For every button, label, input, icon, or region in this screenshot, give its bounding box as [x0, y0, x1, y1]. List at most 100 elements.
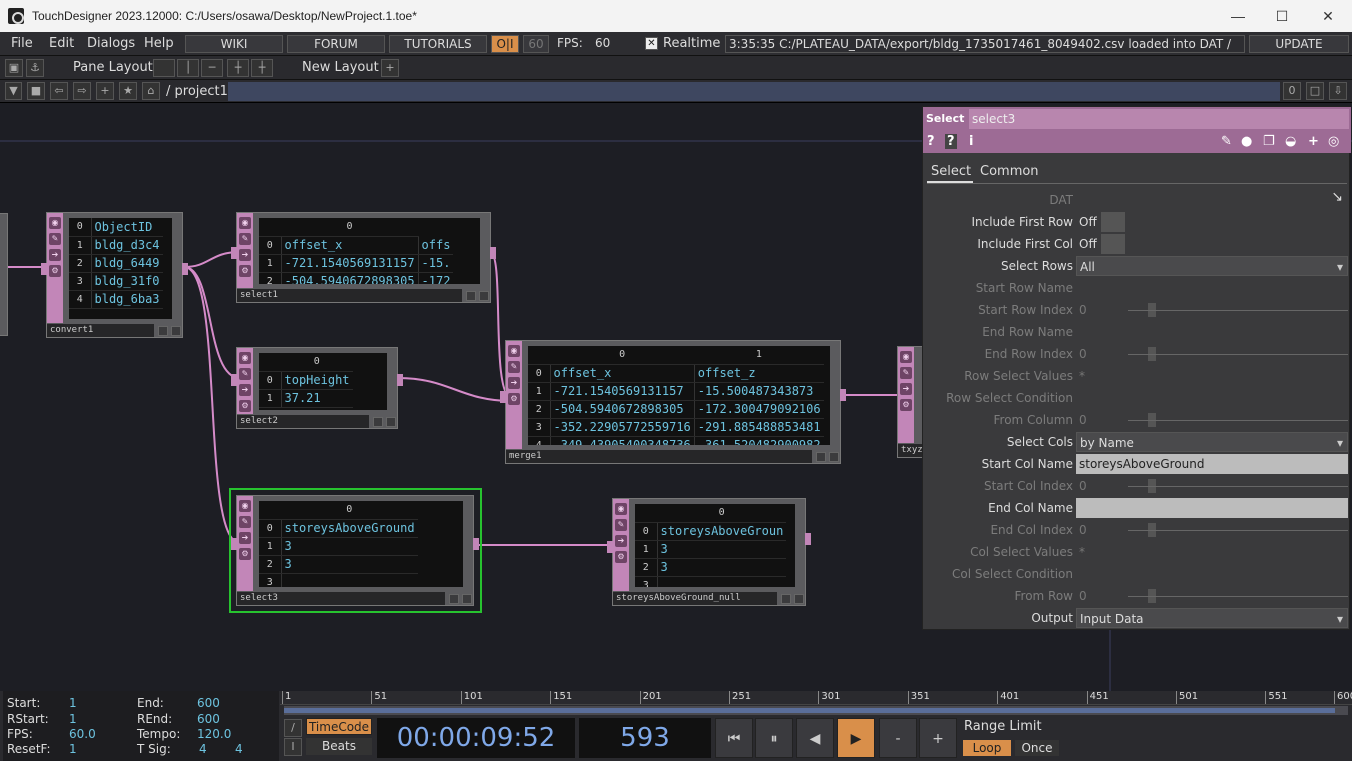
oi-button[interactable]: O|I [491, 35, 519, 53]
display-flag[interactable] [373, 417, 383, 427]
tutorials-button[interactable]: TUTORIALS [389, 35, 487, 53]
input-connector[interactable] [231, 374, 237, 386]
menu-edit[interactable]: Edit [49, 36, 74, 51]
add-layout-button[interactable]: + [381, 59, 399, 77]
tab-common[interactable]: Common [980, 164, 1039, 179]
add-flag[interactable] [479, 291, 489, 301]
display-flag[interactable] [816, 452, 826, 462]
node-name[interactable]: storeysAboveGround_null [613, 592, 777, 605]
param-value[interactable]: Off [1076, 234, 1125, 254]
node-name[interactable]: convert1 [47, 324, 154, 337]
info-icon[interactable]: i [969, 134, 973, 149]
home-icon[interactable]: ⌂ [142, 82, 160, 100]
display-flag[interactable] [158, 326, 168, 336]
input-connector[interactable] [500, 391, 506, 403]
menu-file[interactable]: File [11, 36, 33, 51]
param-value[interactable]: by Name [1076, 432, 1348, 453]
forum-button[interactable]: FORUM [287, 35, 385, 53]
node-flags-strip[interactable]: ◉ ✎ ➔ ⚙ [613, 499, 629, 591]
menu-help[interactable]: Help [144, 36, 174, 51]
menu-dialogs[interactable]: Dialogs [87, 36, 135, 51]
input-connector[interactable] [41, 263, 47, 275]
new-layout-label[interactable]: New Layout [302, 60, 379, 75]
timecode-display[interactable]: 00:00:09:52 [377, 718, 575, 758]
python-help-icon[interactable]: ? [945, 134, 957, 149]
loop-button[interactable]: Loop [963, 740, 1011, 756]
param-value[interactable]: storeysAboveGround [1076, 454, 1348, 474]
add-flag[interactable] [462, 594, 472, 604]
tab-select[interactable]: Select [931, 164, 971, 179]
start-value[interactable]: 1 [69, 696, 77, 710]
node-name[interactable]: select3 [237, 592, 445, 605]
fps-value[interactable]: 60.0 [69, 727, 96, 741]
tsig-numerator[interactable]: 4 [199, 742, 207, 756]
rend-value[interactable]: 600 [197, 712, 220, 726]
comment-icon[interactable]: ● [1241, 134, 1252, 149]
close-button[interactable]: ✕ [1308, 4, 1348, 28]
output-connector[interactable] [805, 533, 811, 545]
output-connector[interactable] [840, 389, 846, 401]
time-ruler[interactable]: 151101151201251301351401451501551600 [280, 691, 1352, 705]
frame-display[interactable]: 593 [579, 718, 711, 758]
fps-cap-field[interactable]: 60 [523, 35, 549, 53]
forward-icon[interactable]: ⇨ [73, 82, 91, 100]
once-button[interactable]: Once [1015, 740, 1059, 756]
layout-triple-icon[interactable]: ┼ [227, 59, 249, 77]
operator-name-field[interactable]: select3 [969, 109, 1349, 129]
node-convert1[interactable]: ◉ ✎ ➔ ⚙ 0 ObjectID 1 bldg_d3c4 2 bldg_6449 3 bldg_… [41, 212, 188, 338]
update-button[interactable]: UPDATE [1249, 35, 1349, 53]
output-connector[interactable] [397, 374, 403, 386]
realtime-checkbox[interactable]: ✕ [645, 37, 658, 50]
target-icon[interactable]: ◎ [1328, 134, 1339, 149]
display-flag[interactable] [466, 291, 476, 301]
add-icon[interactable]: + [96, 82, 114, 100]
node-flags-strip[interactable]: ◉ ✎ ➔ ⚙ [47, 213, 63, 323]
maximize-button[interactable]: ☐ [1262, 4, 1302, 28]
display-flag[interactable] [449, 594, 459, 604]
dropdown-icon[interactable]: ▼ [5, 82, 22, 100]
param-value[interactable]: Off [1076, 212, 1125, 232]
add-parameter-icon[interactable]: + [1308, 134, 1319, 149]
param-value[interactable]: All [1076, 256, 1348, 277]
anchor-icon[interactable]: ⚓ [26, 59, 44, 77]
node-select2[interactable]: ◉ ✎ ➔ ⚙ 0 0 topHeight 1 37.21 select2 [231, 347, 403, 429]
python-icon[interactable]: ◒ [1285, 134, 1296, 149]
node-flags-strip[interactable]: ◉ ✎ ➔ ⚙ [898, 347, 914, 443]
resetf-value[interactable]: 1 [69, 742, 77, 756]
node-flags-strip[interactable]: ◉ ✎ ➔ ⚙ [237, 348, 253, 414]
param-value[interactable] [1076, 498, 1348, 518]
path-field[interactable] [228, 82, 1280, 101]
node-storeys-null[interactable]: ◉ ✎ ➔ ⚙ 0 0 storeysAboveGroun 1 3 2 3 3 storeysAbo… [607, 498, 811, 606]
input-connector[interactable] [607, 541, 613, 553]
edit-icon[interactable]: ✎ [1221, 134, 1232, 149]
play-button[interactable]: ▶ [837, 718, 875, 758]
param-value[interactable]: Input Data [1076, 608, 1348, 629]
timecode-toggle[interactable]: TimeCode [306, 718, 372, 735]
input-connector[interactable] [231, 538, 237, 550]
node-flags-strip[interactable]: ◉ ✎ ➔ ⚙ [506, 341, 522, 449]
copy-icon[interactable]: ❐ [1263, 134, 1275, 149]
end-value[interactable]: 600 [197, 696, 220, 710]
node-merge1[interactable]: ◉ ✎ ➔ ⚙ 0 1 0 offset_x offset_z 1 -721.1540569131… [500, 340, 846, 464]
input-connector[interactable] [231, 247, 237, 259]
add-flag[interactable] [386, 417, 396, 427]
add-flag[interactable] [829, 452, 839, 462]
add-flag[interactable] [171, 326, 181, 336]
step-back-button[interactable]: - [879, 718, 917, 758]
minimize-button[interactable]: — [1218, 4, 1258, 28]
slash-icon[interactable]: / [284, 719, 302, 737]
network-path[interactable]: / project1 [166, 84, 228, 99]
node-flags-strip[interactable]: ◉ ✎ ➔ ⚙ [237, 213, 253, 288]
play-reverse-button[interactable]: ◀ [796, 718, 834, 758]
offscreen-node[interactable] [0, 213, 8, 336]
tempo-value[interactable]: 120.0 [197, 727, 231, 741]
layout-quad-icon[interactable]: ┼ [251, 59, 273, 77]
node-select1[interactable]: ◉ ✎ ➔ ⚙ 0 0 offset_x offs 1 -721.1540569131157 -1… [231, 212, 496, 303]
node-select3[interactable]: ◉ ✎ ➔ ⚙ 0 0 storeysAboveGround 1 3 2 3 3 select3 [231, 495, 479, 606]
layout-vsplit-icon[interactable]: │ [177, 59, 199, 77]
output-connector[interactable] [182, 263, 188, 275]
output-connector[interactable] [490, 247, 496, 259]
output-connector[interactable] [473, 538, 479, 550]
display-flag[interactable] [781, 594, 791, 604]
add-flag[interactable] [794, 594, 804, 604]
